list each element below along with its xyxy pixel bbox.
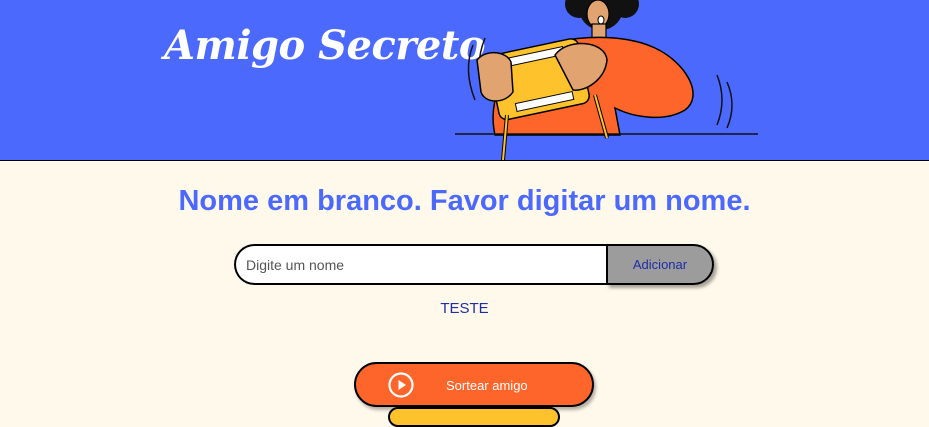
- list-item: TESTE: [440, 300, 489, 317]
- friends-list: TESTE: [0, 300, 929, 317]
- secondary-button-partial: [388, 407, 560, 427]
- status-message: Nome em branco. Favor digitar um nome.: [178, 185, 751, 217]
- app-header: Amigo Secreto: [0, 0, 929, 161]
- name-input[interactable]: [234, 244, 606, 285]
- add-friend-form: Adicionar: [234, 244, 714, 285]
- main-content: Nome em branco. Favor digitar um nome. A…: [0, 161, 929, 427]
- draw-friend-button[interactable]: Sortear amigo: [354, 362, 594, 407]
- person-with-game-console-illustration: [455, 0, 758, 160]
- play-circle-icon: [388, 372, 414, 398]
- add-button[interactable]: Adicionar: [606, 244, 714, 285]
- app-title: Amigo Secreto: [164, 22, 486, 69]
- draw-button-label: Sortear amigo: [446, 378, 528, 393]
